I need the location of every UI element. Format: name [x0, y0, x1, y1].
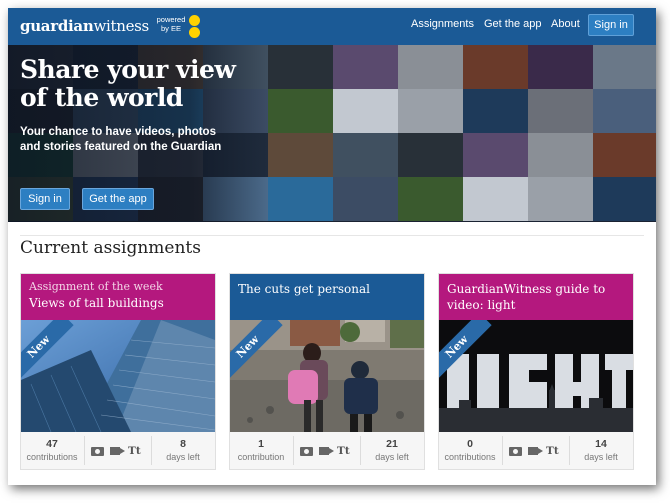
camera-icon [300, 447, 313, 456]
days-count: 21 [386, 438, 398, 450]
mosaic-photo-tile [268, 133, 333, 177]
mosaic-photo-tile [333, 89, 398, 133]
nav-link-assignments[interactable]: Assignments [411, 18, 474, 30]
card-header[interactable]: The cuts get personal [230, 274, 424, 320]
card-title[interactable]: Views of tall buildings [29, 296, 211, 310]
mosaic-photo-tile [528, 45, 593, 89]
media-types: Tt [300, 445, 354, 457]
ee-logo-icon [189, 14, 202, 39]
contributions-label: contributions [26, 452, 78, 462]
stat-divider [502, 436, 503, 465]
nav-signin-button[interactable]: Sign in [588, 14, 634, 36]
hero-subtitle: Your chance to have videos, photos and s… [20, 126, 222, 153]
section-title: Current assignments [20, 238, 201, 258]
powered-by-label: powered by EE [156, 15, 186, 33]
hero-banner: Share your view of the world Your chance… [8, 45, 656, 222]
contributions-count: 47 [46, 438, 58, 450]
nav-link-get-the-app[interactable]: Get the app [484, 18, 542, 30]
mosaic-photo-tile [463, 133, 528, 177]
camera-icon [91, 447, 104, 456]
days-left-stat: 8 days left [152, 438, 214, 462]
assignment-card-video-light[interactable]: GuardianWitness guide to video: light Ne… [438, 273, 634, 470]
mosaic-photo-tile [463, 177, 528, 221]
mosaic-photo-tile [593, 45, 656, 89]
contributions-stat: 1 contribution [230, 438, 292, 462]
assignment-card-tall-buildings[interactable]: Assignment of the week Views of tall bui… [20, 273, 216, 470]
days-count: 8 [180, 438, 186, 450]
section-divider [20, 235, 644, 236]
card-image-buildings[interactable]: New [21, 320, 215, 432]
mosaic-photo-tile [593, 89, 656, 133]
video-camera-icon [528, 447, 538, 455]
nav-link-about[interactable]: About [551, 18, 580, 30]
mosaic-photo-tile [593, 133, 656, 177]
mosaic-photo-tile [463, 89, 528, 133]
guardianwitness-logo[interactable]: guardianwitness [20, 17, 149, 35]
hero-get-app-button[interactable]: Get the app [82, 188, 154, 210]
text-icon: Tt [337, 445, 350, 457]
mosaic-photo-tile [398, 133, 463, 177]
card-stats: 0 contributions Tt 14 days left [439, 432, 633, 469]
mosaic-photo-tile [333, 133, 398, 177]
card-header[interactable]: GuardianWitness guide to video: light [439, 274, 633, 320]
mosaic-photo-tile [398, 177, 463, 221]
card-stats: 1 contribution Tt 21 days left [230, 432, 424, 469]
contributions-count: 0 [467, 438, 473, 450]
hero-signin-button[interactable]: Sign in [20, 188, 70, 210]
contributions-label: contributions [444, 452, 496, 462]
assignment-card-cuts[interactable]: The cuts get personal New 1 contribution… [229, 273, 425, 470]
mosaic-photo-tile [268, 45, 333, 89]
contributions-stat: 0 contributions [439, 438, 501, 462]
days-count: 14 [595, 438, 607, 450]
card-kicker: Assignment of the week [29, 280, 163, 293]
stat-divider [293, 436, 294, 465]
top-nav: guardianwitness powered by EE Assignment… [8, 8, 656, 45]
mosaic-photo-tile [333, 45, 398, 89]
card-image-light[interactable]: New [439, 320, 633, 432]
card-title[interactable]: The cuts get personal [238, 281, 420, 297]
text-icon: Tt [546, 445, 559, 457]
mosaic-photo-tile [398, 89, 463, 133]
browser-page: guardianwitness powered by EE Assignment… [8, 8, 656, 485]
contributions-label: contribution [237, 452, 285, 462]
card-header[interactable]: Assignment of the week Views of tall bui… [21, 274, 215, 320]
mosaic-photo-tile [463, 45, 528, 89]
card-image-children[interactable]: New [230, 320, 424, 432]
contributions-count: 1 [258, 438, 264, 450]
card-title[interactable]: GuardianWitness guide to video: light [447, 281, 629, 313]
mosaic-photo-tile [333, 177, 398, 221]
text-icon: Tt [128, 445, 141, 457]
days-left-stat: 14 days left [570, 438, 632, 462]
hero-title: Share your view of the world [20, 55, 236, 112]
days-left-stat: 21 days left [361, 438, 423, 462]
days-label: days left [166, 452, 200, 462]
mosaic-photo-tile [268, 177, 333, 221]
camera-icon [509, 447, 522, 456]
contributions-stat: 47 contributions [21, 438, 83, 462]
mosaic-photo-tile [528, 133, 593, 177]
card-stats: 47 contributions Tt 8 days left [21, 432, 215, 469]
mosaic-photo-tile [268, 89, 333, 133]
media-types: Tt [509, 445, 563, 457]
video-camera-icon [319, 447, 329, 455]
mosaic-photo-tile [528, 89, 593, 133]
video-camera-icon [110, 447, 120, 455]
mosaic-photo-tile [398, 45, 463, 89]
days-label: days left [584, 452, 618, 462]
media-types: Tt [91, 445, 145, 457]
mosaic-photo-tile [528, 177, 593, 221]
days-label: days left [375, 452, 409, 462]
mosaic-photo-tile [593, 177, 656, 221]
stat-divider [84, 436, 85, 465]
